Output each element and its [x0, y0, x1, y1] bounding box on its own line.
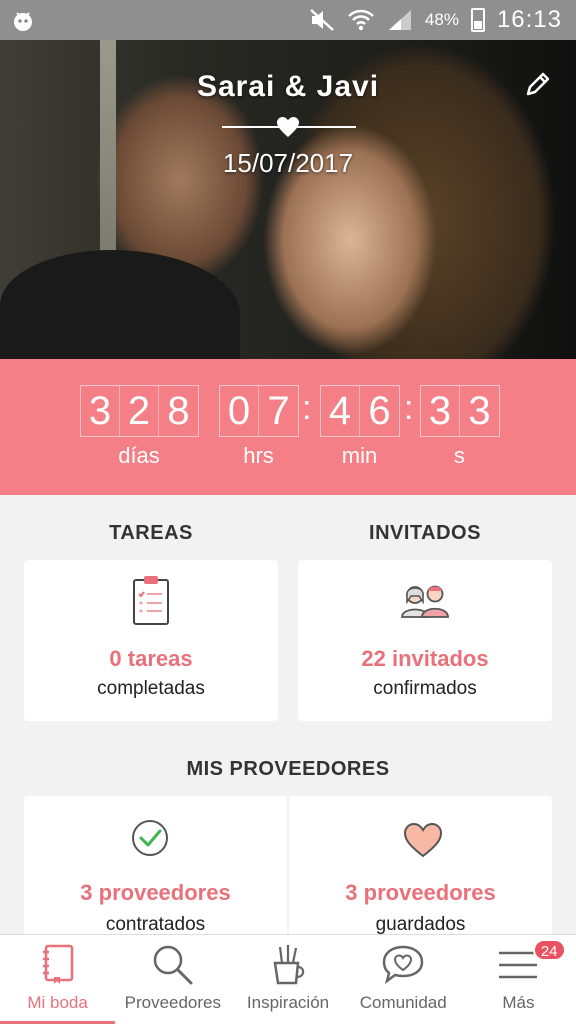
hours-digits: 0 7 — [219, 385, 299, 437]
search-icon — [153, 945, 193, 985]
minutes-label: min — [341, 443, 378, 468]
digit: 7 — [267, 389, 290, 433]
digit: 6 — [368, 389, 391, 433]
chat-heart-icon — [382, 945, 424, 985]
minutes-digits: 4 6 — [320, 385, 400, 437]
colon-separator: : — [404, 389, 414, 427]
notification-badge: 24 — [532, 939, 566, 961]
couple-photo[interactable]: Sarai & Javi 15/07/2017 — [0, 40, 576, 359]
hours-label: hrs — [243, 443, 274, 468]
status-right: 48% 16:13 — [309, 6, 562, 34]
vendors-title: MIS PROVEEDORES — [186, 758, 390, 780]
nav-label: Más — [502, 993, 535, 1012]
guests-caption: confirmados — [373, 678, 477, 699]
pencil-cup-icon — [273, 945, 305, 985]
status-bar: 48% 16:13 — [0, 0, 576, 40]
seconds-digits: 3 3 — [420, 385, 500, 437]
nav-label: Mi boda — [27, 993, 88, 1012]
wedding-date: 15/07/2017 — [222, 148, 354, 178]
digit: 3 — [421, 386, 460, 436]
hired-vendors-caption: contratados — [105, 914, 206, 935]
guests-people-icon — [401, 585, 449, 618]
status-left — [10, 7, 36, 33]
wifi-icon — [348, 9, 374, 31]
nav-label: Proveedores — [124, 993, 221, 1012]
heart-icon — [277, 117, 299, 137]
battery-percent: 48% — [424, 10, 459, 29]
saved-vendors-card[interactable]: 3 proveedores guardados — [289, 796, 552, 936]
nav-label: Inspiración — [246, 993, 330, 1012]
nav-label: Comunidad — [359, 993, 447, 1012]
tasks-count: 0 tareas — [109, 646, 193, 671]
nav-mi-boda[interactable]: Mi boda — [0, 935, 116, 1024]
digit: 3 — [468, 389, 491, 433]
heart-outline-icon — [403, 822, 443, 858]
nav-comunidad[interactable]: Comunidad — [346, 935, 461, 1024]
colon-separator: : — [302, 389, 312, 427]
guests-title: INVITADOS — [369, 522, 481, 544]
hired-vendors-count: 3 proveedores — [80, 880, 231, 905]
days-digits: 3 2 8 — [80, 385, 199, 437]
nav-inspiracion[interactable]: Inspiración — [230, 935, 345, 1024]
tasks-caption: completadas — [97, 678, 205, 699]
digit: 2 — [120, 386, 159, 436]
photo-figure-detail — [0, 250, 240, 359]
couple-names: Sarai & Javi — [196, 70, 380, 103]
days-label: días — [118, 443, 160, 468]
android-notification-icon — [14, 12, 32, 31]
seconds-label: s — [454, 443, 465, 468]
bottom-navigation: Mi boda Proveedores Inspiración Comunida… — [0, 934, 576, 1024]
digit: 8 — [167, 389, 190, 433]
guests-card[interactable]: 22 invitados confirmados — [298, 560, 552, 721]
saved-vendors-count: 3 proveedores — [345, 880, 496, 905]
clipboard-checklist-icon — [133, 576, 169, 625]
digit: 0 — [220, 386, 259, 436]
hired-vendors-card[interactable]: 3 proveedores contratados — [24, 796, 287, 936]
digit: 4 — [321, 386, 360, 436]
nav-proveedores[interactable]: Proveedores — [115, 935, 230, 1024]
mute-icon — [310, 9, 334, 31]
wedding-countdown: 3 2 8 0 7 : 4 6 : 3 3 días hrs min s — [0, 359, 576, 495]
clock: 16:13 — [496, 6, 562, 33]
guests-count: 22 invitados — [361, 646, 489, 671]
signal-icon — [388, 10, 411, 30]
check-circle-icon — [132, 820, 168, 856]
edit-pencil-icon[interactable] — [522, 68, 554, 100]
battery-icon — [470, 8, 485, 32]
notebook-icon — [42, 944, 73, 984]
nav-mas[interactable]: 24 Más — [461, 935, 576, 1024]
saved-vendors-caption: guardados — [375, 914, 466, 935]
tasks-card[interactable]: 0 tareas completadas — [24, 560, 278, 721]
tasks-title: TAREAS — [109, 522, 193, 544]
digit: 3 — [81, 386, 120, 436]
